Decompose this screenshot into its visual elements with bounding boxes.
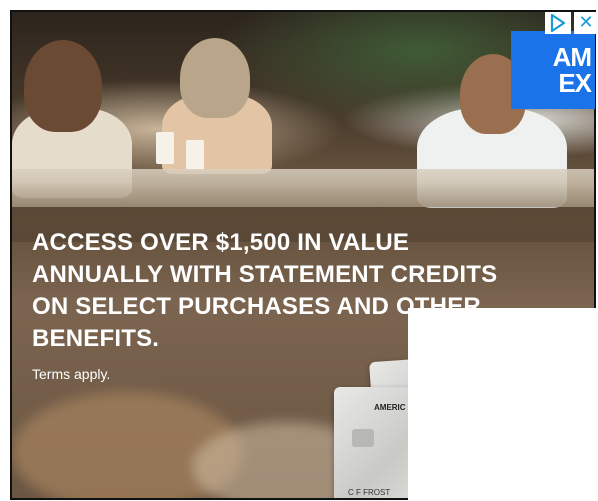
adchoices-icon[interactable] — [545, 12, 571, 34]
logo-line: AM — [552, 42, 592, 72]
headline-line: BENEFITS. — [32, 325, 160, 352]
card-holder: C F FROST — [348, 488, 391, 497]
headline-line: ANNUALLY WITH STATEMENT CREDITS — [32, 261, 498, 288]
ad-photo — [12, 12, 594, 208]
white-overlay-panel — [408, 308, 598, 501]
play-triangle-icon — [550, 14, 566, 32]
logo-line: EX — [558, 68, 592, 98]
headline-line: ACCESS OVER $1,500 IN VALUE — [32, 229, 410, 256]
card-brand: AMERIC — [374, 403, 406, 412]
terms-text: Terms apply. — [32, 366, 111, 382]
chip-icon — [352, 429, 374, 447]
close-icon[interactable]: ✕ — [574, 12, 598, 34]
amex-logo[interactable]: AM EX — [511, 31, 595, 109]
